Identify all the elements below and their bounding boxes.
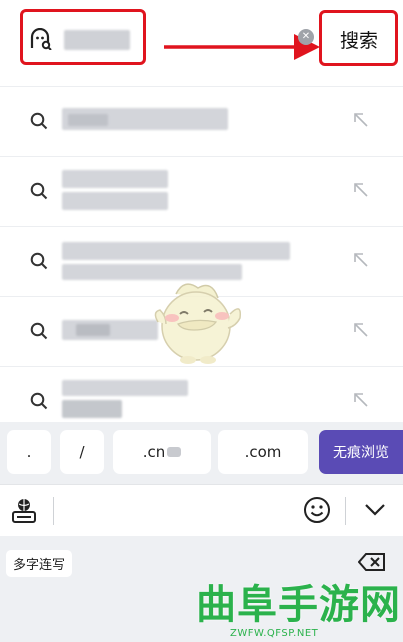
search-icon — [30, 252, 48, 270]
quick-input-row: . / .cn .com 无痕浏览 — [0, 422, 403, 484]
fill-query-arrow-icon[interactable] — [352, 391, 370, 409]
search-icon — [30, 182, 48, 200]
chevron-down-icon[interactable] — [364, 503, 386, 517]
fill-query-arrow-icon[interactable] — [352, 321, 370, 339]
key-dot[interactable]: . — [7, 430, 51, 474]
brand-watermark: 曲阜手游网 — [196, 582, 401, 628]
keyboard-globe-icon[interactable] — [11, 498, 37, 524]
search-engine-icon[interactable] — [29, 28, 53, 50]
suggestion-text — [62, 378, 192, 420]
multi-char-mode-button[interactable]: 多字连写 — [6, 550, 73, 577]
keyboard-toolbar — [0, 484, 403, 537]
search-icon — [30, 392, 48, 410]
fill-query-arrow-icon[interactable] — [352, 111, 370, 129]
key-cn-label: .cn — [142, 443, 166, 461]
close-icon: ✕ — [301, 31, 311, 42]
suggestion-text — [62, 108, 232, 132]
search-input[interactable] — [64, 28, 134, 52]
suggestion-row[interactable] — [0, 86, 403, 156]
emoji-icon[interactable] — [303, 496, 331, 524]
mascot-watermark — [154, 283, 242, 364]
backspace-icon[interactable] — [358, 552, 386, 572]
fill-query-arrow-icon[interactable] — [352, 181, 370, 199]
suggestion-text — [62, 320, 162, 344]
clear-button[interactable]: ✕ — [298, 29, 314, 45]
brand-url: ZWFW.QFSP.NET — [230, 628, 319, 639]
search-icon — [30, 322, 48, 340]
key-slash[interactable]: / — [60, 430, 104, 474]
incognito-button[interactable]: 无痕浏览 — [319, 430, 403, 474]
keyboard-area: 多字连写 曲阜手游网 ZWFW.QFSP.NET — [0, 536, 403, 642]
key-cn[interactable]: .cn — [113, 430, 211, 474]
toolbar-divider — [53, 497, 54, 525]
suggestion-text — [62, 170, 172, 212]
suggestion-row[interactable] — [0, 156, 403, 226]
key-com[interactable]: .com — [218, 430, 308, 474]
fill-query-arrow-icon[interactable] — [352, 251, 370, 269]
search-button[interactable]: 搜索 — [328, 22, 390, 56]
blur-mark — [167, 447, 182, 457]
search-icon — [30, 112, 48, 130]
toolbar-divider — [345, 497, 346, 525]
search-bar: ✕ 搜索 — [0, 0, 403, 72]
